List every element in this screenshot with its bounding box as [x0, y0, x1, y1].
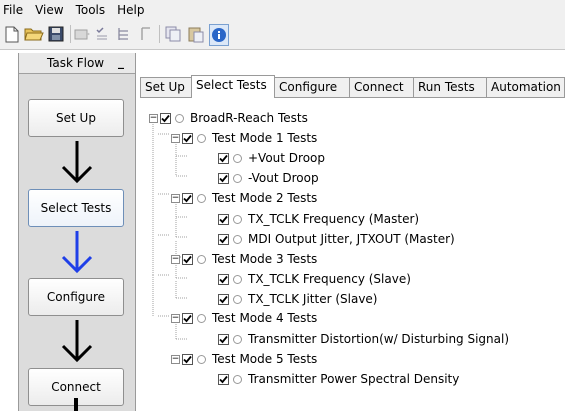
- flow-continue-line: [74, 398, 78, 411]
- task-flow-step-set-up[interactable]: Set Up: [28, 99, 124, 137]
- paste-icon[interactable]: [186, 24, 206, 44]
- tree-group-label: Test Mode 2 Tests: [212, 191, 318, 205]
- checkbox-checked-icon[interactable]: [182, 353, 193, 365]
- checkbox-checked-icon[interactable]: [218, 233, 229, 245]
- checkbox-checked-icon[interactable]: [218, 172, 229, 184]
- tree-test-row[interactable]: Transmitter Distortion(w/ Disturbing Sig…: [218, 330, 509, 348]
- tab-bar: Set Up Select Tests Configure Connect Ru…: [140, 75, 565, 98]
- tab-automation[interactable]: Automation: [486, 77, 565, 97]
- tree-group-label: Test Mode 1 Tests: [212, 131, 318, 145]
- checkbox-checked-icon[interactable]: [182, 132, 193, 144]
- checkbox-checked-icon[interactable]: [182, 312, 193, 324]
- status-radio-icon: [233, 294, 242, 304]
- tree-group-row[interactable]: − Test Mode 4 Tests: [171, 309, 317, 327]
- collapse-icon[interactable]: −: [171, 354, 180, 364]
- tree-test-label: TX_TCLK Frequency (Master): [248, 212, 420, 226]
- tree-test-row[interactable]: MDI Output Jitter, JTXOUT (Master): [218, 230, 455, 248]
- checkbox-checked-icon[interactable]: [218, 293, 229, 305]
- tree-group-row[interactable]: − Test Mode 5 Tests: [171, 350, 317, 368]
- tree-test-row[interactable]: TX_TCLK Jitter (Slave): [218, 290, 378, 308]
- minimize-button[interactable]: _: [118, 55, 124, 69]
- toolbar-separator: [159, 25, 160, 43]
- status-radio-icon: [197, 133, 206, 143]
- test-tree: − BroadR-Reach Tests − Test Mode 1 Tests…: [140, 98, 565, 411]
- toolbar-separator: [70, 25, 71, 43]
- tree-test-row[interactable]: -Vout Droop: [218, 169, 319, 187]
- status-radio-icon: [233, 153, 242, 163]
- menu-tools[interactable]: Tools: [70, 0, 112, 20]
- tree-root-label: BroadR-Reach Tests: [190, 111, 308, 125]
- status-radio-icon: [175, 113, 184, 123]
- tree-test-label: Transmitter Power Spectral Density: [248, 372, 460, 386]
- task-flow-step-configure[interactable]: Configure: [28, 278, 124, 316]
- copy-icon[interactable]: [163, 24, 183, 44]
- flow-arrow-icon: [61, 320, 93, 363]
- tree-group-label: Test Mode 4 Tests: [212, 311, 318, 325]
- tab-configure[interactable]: Configure: [274, 77, 350, 97]
- new-document-icon[interactable]: [2, 24, 22, 44]
- status-radio-icon: [233, 334, 242, 344]
- task-flow-header: Task Flow _: [19, 53, 135, 74]
- menu-view[interactable]: View: [29, 0, 69, 20]
- menu-help[interactable]: Help: [111, 0, 150, 20]
- toolbar: [0, 20, 565, 50]
- checkbox-checked-icon[interactable]: [218, 373, 229, 385]
- tree-group-row[interactable]: − Test Mode 2 Tests: [171, 189, 317, 207]
- save-icon[interactable]: [46, 24, 66, 44]
- status-radio-icon: [197, 193, 206, 203]
- collapse-icon[interactable]: −: [149, 113, 158, 123]
- status-radio-icon: [233, 374, 242, 384]
- flow-arrow-icon: [61, 141, 93, 184]
- tree-icon[interactable]: [114, 24, 134, 44]
- checkbox-checked-icon[interactable]: [182, 253, 193, 265]
- tree-test-row[interactable]: +Vout Droop: [218, 149, 325, 167]
- checkbox-checked-icon[interactable]: [160, 112, 171, 124]
- task-flow-title: Task Flow: [47, 56, 105, 70]
- tree-root-row[interactable]: − BroadR-Reach Tests: [149, 109, 308, 127]
- checkbox-checked-icon[interactable]: [218, 213, 229, 225]
- status-radio-icon: [197, 313, 206, 323]
- checkbox-checked-icon[interactable]: [218, 333, 229, 345]
- menu-bar: File View Tools Help: [0, 0, 565, 20]
- marker-icon[interactable]: [136, 24, 156, 44]
- run-icon[interactable]: [72, 24, 92, 44]
- tab-select-tests[interactable]: Select Tests: [191, 75, 275, 98]
- status-radio-icon: [233, 274, 242, 284]
- collapse-icon[interactable]: −: [171, 193, 180, 203]
- tree-group-row[interactable]: − Test Mode 3 Tests: [171, 250, 317, 268]
- tab-connect[interactable]: Connect: [349, 77, 414, 97]
- status-radio-icon: [233, 214, 242, 224]
- checklist-icon[interactable]: [92, 24, 112, 44]
- checkbox-checked-icon[interactable]: [182, 192, 193, 204]
- collapse-icon[interactable]: −: [171, 133, 180, 143]
- tree-group-label: Test Mode 5 Tests: [212, 352, 318, 366]
- task-flow-panel: Task Flow _ Set Up Select Tests Configur…: [18, 53, 136, 411]
- tree-test-label: MDI Output Jitter, JTXOUT (Master): [248, 232, 455, 246]
- tree-test-row[interactable]: Transmitter Power Spectral Density: [218, 370, 459, 388]
- status-radio-icon: [197, 254, 206, 264]
- status-radio-icon: [233, 234, 242, 244]
- tree-group-row[interactable]: − Test Mode 1 Tests: [171, 129, 317, 147]
- checkbox-checked-icon[interactable]: [218, 273, 229, 285]
- tree-test-label: +Vout Droop: [248, 151, 326, 165]
- tree-test-row[interactable]: TX_TCLK Frequency (Slave): [218, 270, 411, 288]
- tree-test-label: -Vout Droop: [248, 171, 319, 185]
- checkbox-checked-icon[interactable]: [218, 152, 229, 164]
- flow-arrow-active-icon: [61, 231, 93, 274]
- tab-run-tests[interactable]: Run Tests: [413, 77, 487, 97]
- task-flow-step-select-tests[interactable]: Select Tests: [28, 189, 124, 227]
- open-folder-icon[interactable]: [24, 24, 44, 44]
- tree-test-label: Transmitter Distortion(w/ Disturbing Sig…: [248, 332, 510, 346]
- info-icon[interactable]: [209, 24, 229, 46]
- status-radio-icon: [233, 173, 242, 183]
- tab-set-up[interactable]: Set Up: [140, 77, 192, 97]
- status-radio-icon: [197, 354, 206, 364]
- collapse-icon[interactable]: −: [171, 254, 180, 264]
- tree-test-label: TX_TCLK Frequency (Slave): [248, 272, 411, 286]
- tree-test-row[interactable]: TX_TCLK Frequency (Master): [218, 210, 419, 228]
- menu-file[interactable]: File: [0, 0, 29, 20]
- tree-test-label: TX_TCLK Jitter (Slave): [248, 292, 378, 306]
- tree-group-label: Test Mode 3 Tests: [212, 252, 318, 266]
- collapse-icon[interactable]: −: [171, 313, 180, 323]
